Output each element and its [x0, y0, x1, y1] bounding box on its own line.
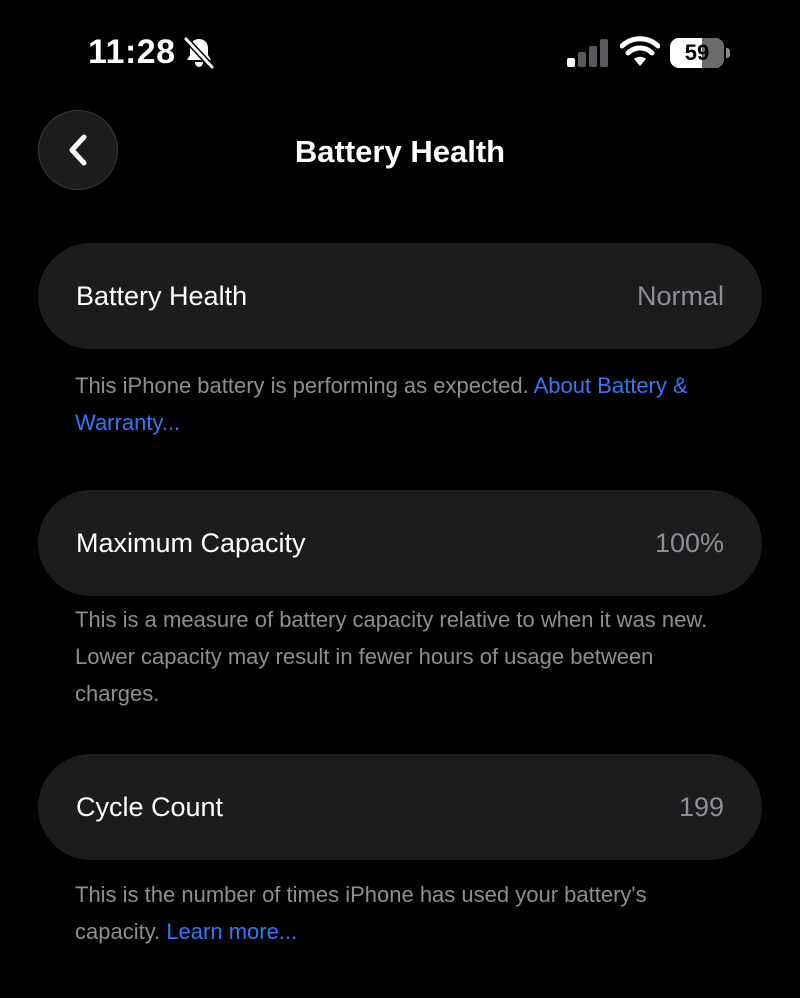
cycle-count-footnote: This is the number of times iPhone has u…	[75, 876, 715, 950]
cycle-count-footnote-text: This is the number of times iPhone has u…	[75, 882, 647, 944]
cycle-count-value: 199	[678, 791, 724, 822]
cycle-count-row: Cycle Count 199	[38, 754, 762, 860]
battery-icon: 59	[670, 38, 732, 68]
battery-health-footnote-text: This iPhone battery is performing as exp…	[75, 373, 534, 398]
maximum-capacity-label: Maximum Capacity	[76, 527, 306, 558]
learn-more-link[interactable]: Learn more...	[166, 919, 297, 944]
maximum-capacity-footnote: This is a measure of battery capacity re…	[75, 601, 715, 712]
cycle-count-label: Cycle Count	[76, 791, 224, 822]
battery-percent: 59	[684, 40, 710, 65]
battery-health-footnote: This iPhone battery is performing as exp…	[75, 367, 715, 441]
maximum-capacity-value: 100%	[654, 527, 724, 558]
back-button[interactable]	[38, 110, 118, 190]
page-title: Battery Health	[294, 134, 506, 169]
battery-cap	[726, 48, 730, 58]
battery-health-label: Battery Health	[76, 280, 248, 311]
battery-health-row[interactable]: Battery Health Normal	[38, 243, 762, 349]
battery-body: 59	[670, 38, 724, 68]
battery-health-value: Normal	[636, 280, 724, 311]
bell-slash-icon	[183, 36, 215, 70]
wifi-icon	[620, 36, 660, 66]
chevron-left-icon	[69, 134, 87, 166]
status-bar: 11:28 59	[0, 0, 800, 100]
cellular-signal-icon	[567, 39, 608, 67]
status-time: 11:28	[88, 33, 176, 71]
maximum-capacity-row: Maximum Capacity 100%	[38, 490, 762, 596]
maximum-capacity-footnote-text: This is a measure of battery capacity re…	[75, 607, 708, 706]
